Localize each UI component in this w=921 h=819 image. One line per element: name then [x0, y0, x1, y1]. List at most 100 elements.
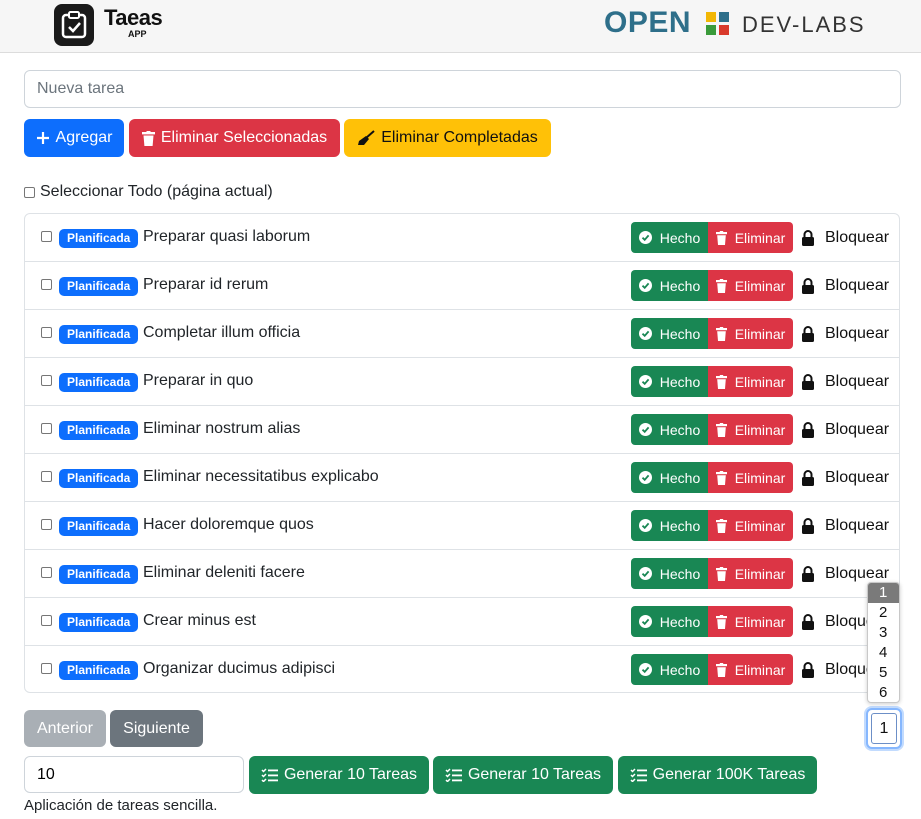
- done-button[interactable]: Hecho: [631, 510, 708, 541]
- brand-mark-icon: [706, 12, 729, 35]
- done-button[interactable]: Hecho: [631, 222, 708, 253]
- lock-task-button[interactable]: Bloquear: [801, 510, 889, 541]
- done-label: Hecho: [659, 373, 701, 390]
- delete-label: Eliminar: [734, 229, 786, 246]
- app-subtitle: APP: [128, 29, 147, 39]
- trash-icon: [715, 230, 731, 245]
- lock-icon: [801, 229, 820, 246]
- task-checkbox[interactable]: [41, 279, 52, 290]
- generate-100k-tasks-label: Generar 100K Tareas: [652, 766, 806, 783]
- select-all[interactable]: Seleccionar Todo (página actual): [24, 183, 273, 201]
- done-button[interactable]: Hecho: [631, 414, 708, 445]
- delete-task-button[interactable]: Eliminar: [708, 606, 793, 637]
- status-badge: Planificada: [59, 469, 139, 488]
- delete-completed-label: Eliminar Completadas: [381, 129, 538, 146]
- lock-task-button[interactable]: Bloquear: [801, 222, 889, 253]
- lock-icon: [801, 613, 820, 630]
- delete-selected-label: Eliminar Seleccionadas: [160, 129, 328, 146]
- lock-label: Bloquear: [825, 276, 890, 294]
- page-select[interactable]: 1: [866, 708, 902, 749]
- done-button[interactable]: Hecho: [631, 654, 708, 685]
- task-checkbox[interactable]: [41, 423, 52, 434]
- lock-task-button[interactable]: Bloquear: [801, 366, 889, 397]
- lock-label: Bloquear: [825, 228, 890, 246]
- trash-icon: [715, 374, 731, 389]
- task-text: Crear minus est: [143, 612, 256, 629]
- generate-10-tasks-button-a[interactable]: Generar 10 Tareas: [249, 756, 429, 794]
- lock-task-button[interactable]: Bloquear: [801, 462, 889, 493]
- task-checkbox[interactable]: [41, 471, 52, 482]
- lock-task-button[interactable]: Bloquear: [801, 414, 889, 445]
- add-task-button[interactable]: Agregar: [24, 119, 124, 157]
- done-button[interactable]: Hecho: [631, 366, 708, 397]
- delete-task-button[interactable]: Eliminar: [708, 654, 793, 685]
- lock-task-button[interactable]: Bloquear: [801, 270, 889, 301]
- page-option[interactable]: 2: [868, 603, 899, 623]
- done-button[interactable]: Hecho: [631, 270, 708, 301]
- generate-10-tasks-label-b: Generar 10 Tareas: [467, 766, 602, 783]
- list-check-icon: [445, 768, 462, 782]
- delete-task-button[interactable]: Eliminar: [708, 318, 793, 349]
- page-option[interactable]: 6: [868, 683, 899, 702]
- lock-icon: [801, 373, 820, 390]
- delete-label: Eliminar: [734, 421, 786, 438]
- done-button[interactable]: Hecho: [631, 606, 708, 637]
- task-text: Eliminar necessitatibus explicabo: [143, 468, 379, 485]
- generate-10-tasks-button-b[interactable]: Generar 10 Tareas: [433, 756, 613, 794]
- task-text: Eliminar deleniti facere: [143, 564, 305, 581]
- task-count-input[interactable]: [24, 756, 244, 793]
- task-checkbox[interactable]: [41, 231, 52, 242]
- task-checkbox[interactable]: [41, 327, 52, 338]
- task-list: Planificada Preparar quasi laborum Hecho El…: [24, 213, 900, 693]
- lock-label: Bloquear: [825, 468, 890, 486]
- done-button[interactable]: Hecho: [631, 462, 708, 493]
- add-task-label: Agregar: [55, 129, 113, 146]
- lock-icon: [801, 469, 820, 486]
- delete-task-button[interactable]: Eliminar: [708, 510, 793, 541]
- task-row: Planificada Completar illum officia Hecho E…: [25, 310, 899, 358]
- delete-task-button[interactable]: Eliminar: [708, 414, 793, 445]
- page-option[interactable]: 1: [868, 583, 899, 603]
- next-page-button[interactable]: Siguiente: [110, 710, 203, 747]
- check-circle-icon: [638, 471, 656, 484]
- delete-task-button[interactable]: Eliminar: [708, 366, 793, 397]
- check-circle-icon: [638, 375, 656, 388]
- done-button[interactable]: Hecho: [631, 558, 708, 589]
- page-option[interactable]: 3: [868, 623, 899, 643]
- lock-icon: [801, 277, 820, 294]
- check-circle-icon: [638, 663, 656, 676]
- delete-completed-button[interactable]: Eliminar Completadas: [344, 119, 551, 157]
- delete-label: Eliminar: [734, 661, 786, 678]
- page-dropdown-list[interactable]: 123456: [867, 582, 900, 703]
- task-checkbox[interactable]: [41, 567, 52, 578]
- status-badge: Planificada: [59, 661, 139, 680]
- delete-task-button[interactable]: Eliminar: [708, 462, 793, 493]
- delete-task-button[interactable]: Eliminar: [708, 558, 793, 589]
- check-circle-icon: [638, 519, 656, 532]
- done-button[interactable]: Hecho: [631, 318, 708, 349]
- generate-100k-tasks-button[interactable]: Generar 100K Tareas: [618, 756, 817, 794]
- page-option[interactable]: 5: [868, 663, 899, 683]
- task-checkbox[interactable]: [41, 663, 52, 674]
- delete-task-button[interactable]: Eliminar: [708, 270, 793, 301]
- lock-task-button[interactable]: Bloquear: [801, 318, 889, 349]
- delete-selected-button[interactable]: Eliminar Seleccionadas: [129, 119, 340, 157]
- delete-label: Eliminar: [734, 325, 786, 342]
- new-task-input[interactable]: [24, 70, 901, 108]
- delete-task-button[interactable]: Eliminar: [708, 222, 793, 253]
- task-checkbox[interactable]: [41, 375, 52, 386]
- status-badge: Planificada: [59, 277, 139, 296]
- task-checkbox[interactable]: [41, 615, 52, 626]
- task-text: Eliminar nostrum alias: [143, 420, 301, 437]
- task-row: Planificada Eliminar deleniti facere Hecho…: [25, 550, 899, 598]
- lock-label: Bloquear: [825, 324, 890, 342]
- previous-page-button[interactable]: Anterior: [24, 710, 106, 747]
- task-checkbox[interactable]: [41, 519, 52, 530]
- delete-label: Eliminar: [734, 277, 786, 294]
- select-all-checkbox[interactable]: [24, 186, 35, 198]
- task-row: Planificada Preparar quasi laborum Hecho El…: [25, 214, 899, 262]
- page-option[interactable]: 4: [868, 643, 899, 663]
- task-row: Planificada Eliminar nostrum alias Hecho El…: [25, 406, 899, 454]
- list-check-icon: [630, 768, 647, 782]
- generate-10-tasks-label-a: Generar 10 Tareas: [283, 766, 418, 783]
